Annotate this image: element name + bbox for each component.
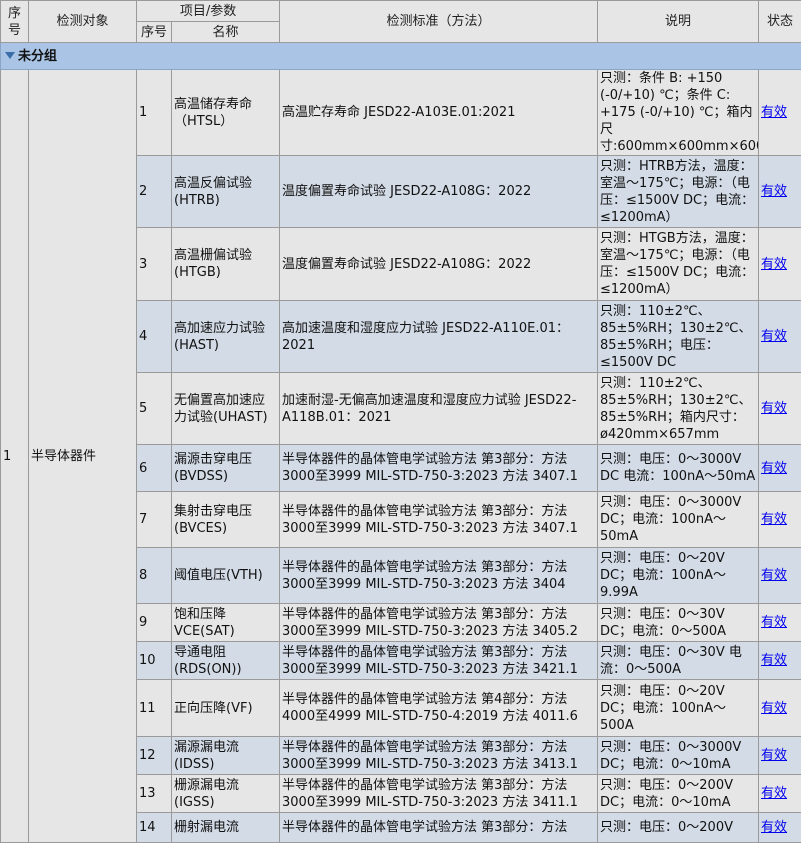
status-cell: 有效 <box>759 737 801 775</box>
outer-object-cell: 半导体器件 <box>29 70 137 843</box>
standard-cell: 半导体器件的晶体管电学试验方法 第3部分：方法 <box>280 813 598 843</box>
status-link[interactable]: 有效 <box>761 329 787 344</box>
item-name-cell: 集射击穿电压(BVCES) <box>172 492 280 548</box>
note-cell: 只测：110±2℃、85±5%RH；130±2℃、85±5%RH；电压：≤150… <box>598 301 759 373</box>
note-cell: 只测：电压：0～3000V DC 电流：100nA～50mA <box>598 445 759 492</box>
note-cell: 只测：电压：0～20V DC；电流：100nA～9.99A <box>598 548 759 604</box>
standard-cell: 半导体器件的晶体管电学试验方法 第3部分：方法3000至3999 MIL-STD… <box>280 548 598 604</box>
status-cell: 有效 <box>759 642 801 680</box>
col-item-seq-header[interactable]: 序号 <box>137 22 172 43</box>
item-seq-cell: 8 <box>137 548 172 604</box>
item-seq-cell: 2 <box>137 156 172 228</box>
standard-cell: 半导体器件的晶体管电学试验方法 第3部分：方法3000至3999 MIL-STD… <box>280 642 598 680</box>
note-cell: 只测：电压：0～30V DC；电流：0～500A <box>598 604 759 642</box>
standard-cell: 温度偏置寿命试验 JESD22-A108G：2022 <box>280 156 598 228</box>
note-cell: 只测：电压：0～30V 电流：0～500A <box>598 642 759 680</box>
status-link[interactable]: 有效 <box>761 257 787 272</box>
note-cell: 只测：电压：0～3000V DC；电流：0～10mA <box>598 737 759 775</box>
item-seq-cell: 11 <box>137 680 172 737</box>
standard-cell: 半导体器件的晶体管电学试验方法 第3部分：方法3000至3999 MIL-STD… <box>280 492 598 548</box>
status-cell: 有效 <box>759 373 801 445</box>
status-link[interactable]: 有效 <box>761 786 787 801</box>
status-cell: 有效 <box>759 680 801 737</box>
item-seq-cell: 9 <box>137 604 172 642</box>
col-object-header[interactable]: 检测对象 <box>29 1 137 43</box>
item-seq-cell: 13 <box>137 775 172 813</box>
status-cell: 有效 <box>759 445 801 492</box>
item-name-cell: 导通电阻(RDS(ON)) <box>172 642 280 680</box>
collapse-triangle-icon[interactable] <box>5 52 15 59</box>
status-link[interactable]: 有效 <box>761 701 787 716</box>
item-seq-cell: 12 <box>137 737 172 775</box>
item-name-cell: 漏源击穿电压(BVDSS) <box>172 445 280 492</box>
status-link[interactable]: 有效 <box>761 653 787 668</box>
table-row[interactable]: 1半导体器件1高温储存寿命（HTSL）高温贮存寿命 JESD22-A103E.0… <box>1 70 801 156</box>
item-name-cell: 高温储存寿命（HTSL） <box>172 70 280 156</box>
status-cell: 有效 <box>759 70 801 156</box>
standard-cell: 加速耐湿-无偏高加速温度和湿度应力试验 JESD22-A118B.01：2021 <box>280 373 598 445</box>
item-seq-cell: 4 <box>137 301 172 373</box>
status-cell: 有效 <box>759 301 801 373</box>
standard-cell: 温度偏置寿命试验 JESD22-A108G：2022 <box>280 228 598 301</box>
item-name-cell: 高温栅偏试验(HTGB) <box>172 228 280 301</box>
status-cell: 有效 <box>759 813 801 843</box>
status-link[interactable]: 有效 <box>761 820 787 835</box>
note-cell: 只测：电压：0～20V DC；电流：100nA～500A <box>598 680 759 737</box>
item-name-cell: 无偏置高加速应力试验(UHAST) <box>172 373 280 445</box>
item-name-cell: 高加速应力试验(HAST) <box>172 301 280 373</box>
col-note-header[interactable]: 说明 <box>598 1 759 43</box>
item-name-cell: 阈值电压(VTH) <box>172 548 280 604</box>
note-cell: 只测：110±2℃、85±5%RH；130±2℃、85±5%RH；箱内尺寸：ø4… <box>598 373 759 445</box>
standard-cell: 半导体器件的晶体管电学试验方法 第3部分：方法3000至3999 MIL-STD… <box>280 445 598 492</box>
col-seq-header[interactable]: 序号 <box>1 1 29 43</box>
note-cell: 只测：HTGB方法，温度：室温～175℃；电源：（电压：≤1500V DC；电流… <box>598 228 759 301</box>
item-name-cell: 正向压降(VF) <box>172 680 280 737</box>
item-seq-cell: 7 <box>137 492 172 548</box>
status-link[interactable]: 有效 <box>761 748 787 763</box>
status-link[interactable]: 有效 <box>761 512 787 527</box>
standard-cell: 半导体器件的晶体管电学试验方法 第4部分：方法4000至4999 MIL-STD… <box>280 680 598 737</box>
standards-table: 序号 检测对象 项目/参数 检测标准（方法） 说明 状态 序号 名称 未分组 1… <box>0 0 801 843</box>
status-cell: 有效 <box>759 548 801 604</box>
item-name-cell: 高温反偏试验(HTRB) <box>172 156 280 228</box>
col-standard-header[interactable]: 检测标准（方法） <box>280 1 598 43</box>
status-link[interactable]: 有效 <box>761 105 787 120</box>
status-cell: 有效 <box>759 492 801 548</box>
item-seq-cell: 6 <box>137 445 172 492</box>
col-status-header[interactable]: 状态 <box>759 1 801 43</box>
item-seq-cell: 1 <box>137 70 172 156</box>
standard-cell: 半导体器件的晶体管电学试验方法 第3部分：方法3000至3999 MIL-STD… <box>280 737 598 775</box>
item-seq-cell: 10 <box>137 642 172 680</box>
standard-cell: 半导体器件的晶体管电学试验方法 第3部分：方法3000至3999 MIL-STD… <box>280 775 598 813</box>
item-seq-cell: 3 <box>137 228 172 301</box>
item-name-cell: 栅射漏电流 <box>172 813 280 843</box>
note-cell: 只测：HTRB方法，温度：室温～175℃；电源：（电压：≤1500V DC；电流… <box>598 156 759 228</box>
status-link[interactable]: 有效 <box>761 401 787 416</box>
standard-cell: 半导体器件的晶体管电学试验方法 第3部分：方法3000至3999 MIL-STD… <box>280 604 598 642</box>
note-cell: 只测：条件 B: +150 (-0/+10) ℃；条件 C: +175 (-0/… <box>598 70 759 156</box>
status-cell: 有效 <box>759 775 801 813</box>
status-cell: 有效 <box>759 604 801 642</box>
status-link[interactable]: 有效 <box>761 615 787 630</box>
col-item-name-header[interactable]: 名称 <box>172 22 280 43</box>
item-name-cell: 漏源漏电流(IDSS) <box>172 737 280 775</box>
status-link[interactable]: 有效 <box>761 461 787 476</box>
note-cell: 只测：电压：0～3000V DC；电流：100nA～50mA <box>598 492 759 548</box>
group-row[interactable]: 未分组 <box>1 43 801 70</box>
note-cell: 只测：电压：0～200V <box>598 813 759 843</box>
item-seq-cell: 14 <box>137 813 172 843</box>
item-seq-cell: 5 <box>137 373 172 445</box>
status-link[interactable]: 有效 <box>761 568 787 583</box>
standard-cell: 高温贮存寿命 JESD22-A103E.01:2021 <box>280 70 598 156</box>
item-name-cell: 饱和压降VCE(SAT) <box>172 604 280 642</box>
note-cell: 只测：电压：0～200V DC；电流：0～10mA <box>598 775 759 813</box>
outer-seq-cell: 1 <box>1 70 29 843</box>
status-link[interactable]: 有效 <box>761 184 787 199</box>
status-cell: 有效 <box>759 228 801 301</box>
standard-cell: 高加速温度和湿度应力试验 JESD22-A110E.01：2021 <box>280 301 598 373</box>
group-label: 未分组 <box>18 49 57 64</box>
status-cell: 有效 <box>759 156 801 228</box>
col-item-group-header: 项目/参数 <box>137 1 280 22</box>
item-name-cell: 栅源漏电流(IGSS) <box>172 775 280 813</box>
